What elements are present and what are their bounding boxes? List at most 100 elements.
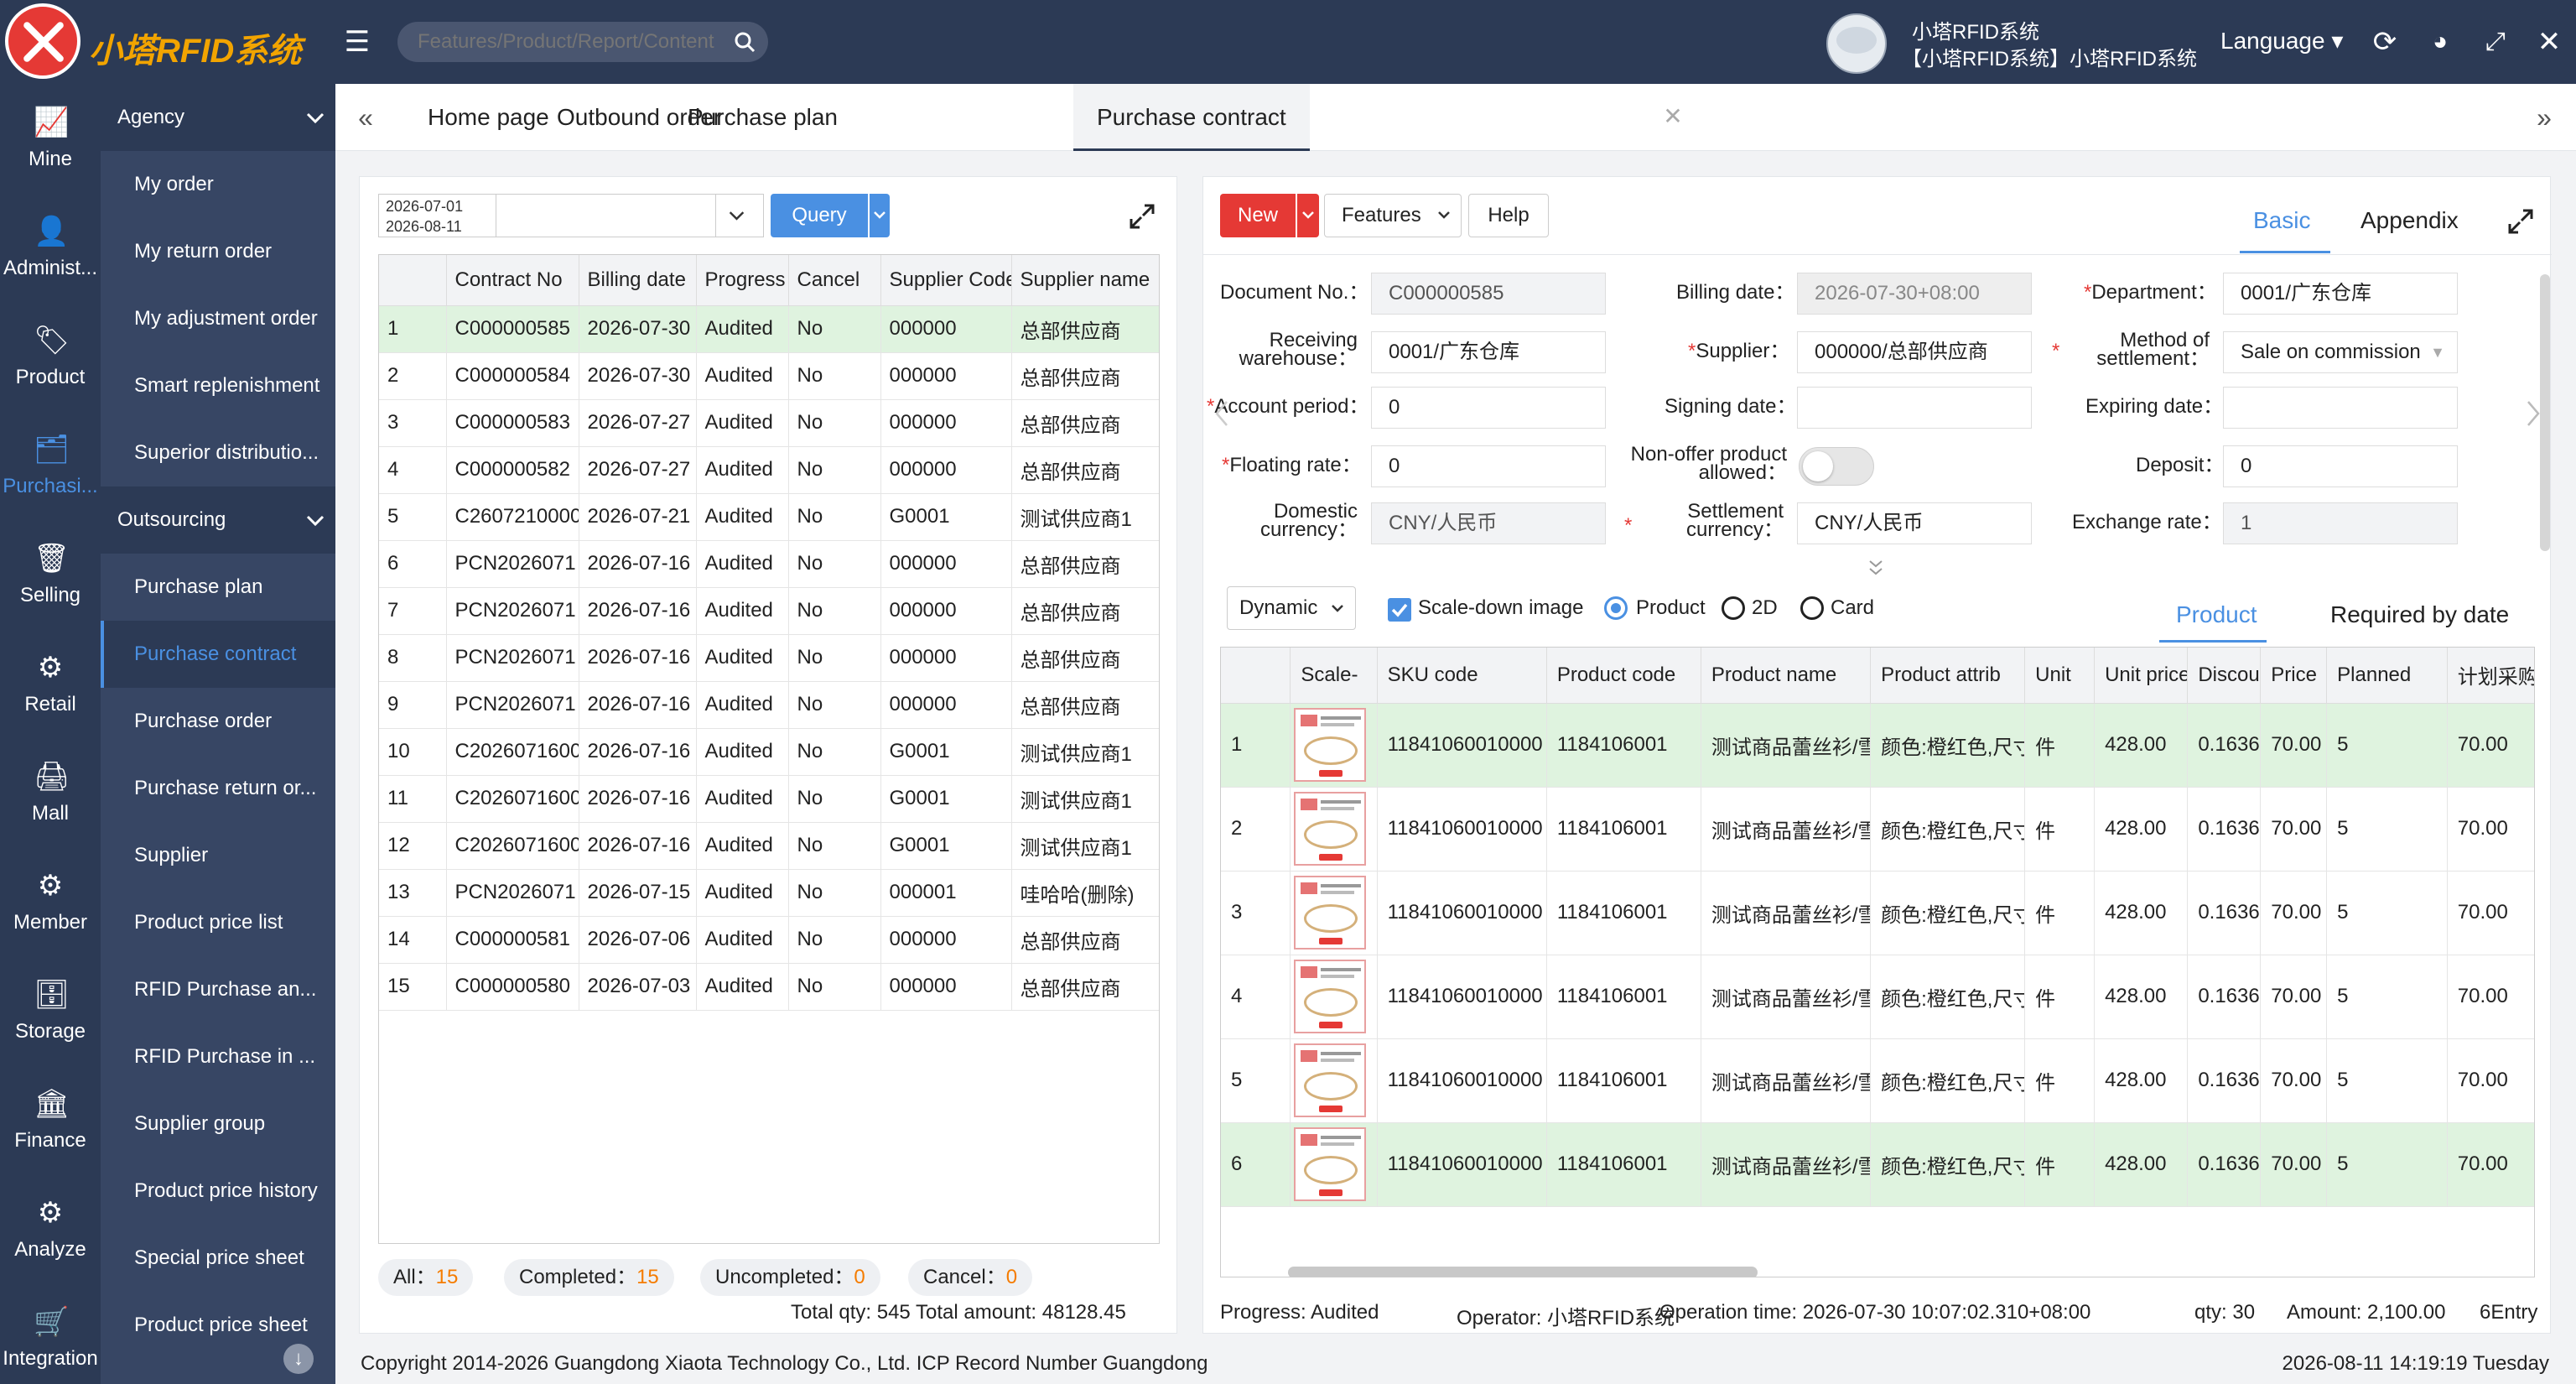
fullscreen-icon[interactable]: ⤢ [2479, 25, 2512, 59]
column-header[interactable]: Discount [2187, 648, 2262, 704]
submenu-item[interactable]: Supplier group [101, 1090, 335, 1158]
radio-card[interactable] [1800, 596, 1824, 620]
tab-product[interactable]: Product [2176, 601, 2257, 628]
chevron-left-icon[interactable] [1212, 397, 1232, 430]
stat-cancel[interactable]: Cancel：0 [908, 1259, 1033, 1296]
palette-icon[interactable]: ◕ [2423, 25, 2457, 59]
rail-item-5[interactable]: ⚙ Retail [0, 629, 101, 736]
stat-uncompleted[interactable]: Uncompleted：0 [700, 1259, 880, 1296]
submenu-item[interactable]: Superior distributio... [101, 419, 335, 486]
new-button[interactable]: New [1220, 194, 1296, 237]
refresh-icon[interactable]: ⟳ [2368, 25, 2402, 59]
submenu-item[interactable]: Purchase return or... [101, 755, 335, 822]
column-header[interactable]: Progress [696, 255, 789, 306]
tab-appendix[interactable]: Appendix [2360, 207, 2459, 234]
table-row[interactable]: 4 11841060010000 1184106001 测试商品蕾丝衫/雪 颜色:橙红色… [1221, 955, 2534, 1039]
column-header[interactable]: Product attrib [1870, 648, 2026, 704]
expand-icon[interactable] [2506, 207, 2535, 236]
column-header[interactable]: Product code [1546, 648, 1701, 704]
stat-all[interactable]: All：15 [378, 1259, 474, 1296]
product-thumbnail[interactable] [1294, 708, 1367, 782]
submenu-item[interactable]: Supplier [101, 822, 335, 889]
search-icon[interactable] [733, 30, 756, 54]
help-button[interactable]: Help [1468, 194, 1549, 237]
receiving-warehouse-field[interactable]: 0001/广东仓库 [1371, 331, 1606, 373]
signing-date-field[interactable] [1797, 387, 2032, 429]
submenu-item[interactable]: Special price sheet [101, 1225, 335, 1292]
column-header[interactable]: Cancel [788, 255, 881, 306]
column-header[interactable]: Product name [1701, 648, 1872, 704]
menu-group-agency[interactable]: Agency [101, 84, 335, 151]
tab-purchase-contract[interactable]: Purchase contract [1073, 84, 1310, 151]
features-button[interactable]: Features [1324, 194, 1462, 237]
table-row[interactable]: 6 PCN2026071 2026-07-16 Audited No 000000 总部供应… [379, 540, 1159, 588]
table-row[interactable]: 7 PCN2026071 2026-07-16 Audited No 000000 总部供应… [379, 587, 1159, 635]
scroll-down-icon[interactable]: ↓ [283, 1344, 314, 1374]
product-thumbnail[interactable] [1294, 876, 1367, 950]
non-offer-toggle[interactable] [1799, 447, 1874, 486]
tab-home-page[interactable]: Home page [428, 84, 549, 151]
column-header[interactable]: Supplier Code [880, 255, 1012, 306]
tabs-forward-icon[interactable]: » [2529, 102, 2559, 133]
column-header[interactable]: SKU code [1377, 648, 1547, 704]
table-row[interactable]: 11 C2026071600 2026-07-16 Audited No G0001 测试供… [379, 775, 1159, 823]
search-input[interactable] [418, 22, 728, 62]
table-row[interactable]: 5 C2607210000 2026-07-21 Audited No G0001 测试供应… [379, 493, 1159, 541]
close-icon[interactable]: ✕ [2532, 25, 2566, 59]
supplier-field[interactable]: 000000/总部供应商 [1797, 331, 2032, 373]
rail-item-11[interactable]: 🛒 Integration [0, 1283, 101, 1384]
submenu-item[interactable]: Purchase plan [101, 554, 335, 621]
submenu-item[interactable]: Smart replenishment [101, 352, 335, 419]
submenu-item[interactable]: My return order [101, 218, 335, 285]
radio-product[interactable] [1604, 596, 1628, 620]
rail-item-1[interactable]: 👤 Administ... [0, 193, 101, 300]
column-header[interactable]: 计划采购价 [2447, 648, 2534, 704]
table-row[interactable]: 1 C000000585 2026-07-30 Audited No 000000 总部供应… [379, 305, 1159, 353]
settlement-currency-field[interactable]: CNY/人民币 [1797, 502, 2032, 544]
tab-purchase-plan[interactable]: Purchase plan [688, 84, 838, 151]
product-thumbnail[interactable] [1294, 1043, 1367, 1117]
table-row[interactable]: 2 11841060010000 1184106001 测试商品蕾丝衫/雪 颜色:橙红色… [1221, 787, 2534, 872]
table-row[interactable]: 6 11841060010000 1184106001 测试商品蕾丝衫/雪 颜色:橙红色… [1221, 1122, 2534, 1207]
radio-2d[interactable] [1722, 596, 1745, 620]
horizontal-scrollbar[interactable] [1288, 1267, 1758, 1277]
tab-required-by-date[interactable]: Required by date [2330, 601, 2509, 628]
table-row[interactable]: 3 11841060010000 1184106001 测试商品蕾丝衫/雪 颜色:橙红色… [1221, 871, 2534, 955]
table-row[interactable]: 8 PCN2026071 2026-07-16 Audited No 000000 总部供应… [379, 634, 1159, 682]
column-header[interactable]: Contract No [446, 255, 579, 306]
table-row[interactable]: 5 11841060010000 1184106001 测试商品蕾丝衫/雪 颜色:橙红色… [1221, 1038, 2534, 1123]
new-dropdown-icon[interactable] [1297, 194, 1319, 237]
rail-item-9[interactable]: 🏛 Finance [0, 1065, 101, 1173]
column-header[interactable]: Unit [2024, 648, 2096, 704]
menu-toggle-icon[interactable]: ☰ [342, 27, 372, 57]
chevron-down-icon[interactable] [715, 194, 757, 237]
scale-down-checkbox[interactable] [1388, 598, 1411, 622]
table-row[interactable]: 9 PCN2026071 2026-07-16 Audited No 000000 总部供应… [379, 681, 1159, 729]
global-search[interactable] [397, 22, 768, 62]
tab-basic[interactable]: Basic [2253, 207, 2310, 234]
rail-item-2[interactable]: 🏷 Product [0, 302, 101, 409]
rail-item-8[interactable]: 🗄 Storage [0, 956, 101, 1064]
submenu-item[interactable]: RFID Purchase in ... [101, 1023, 335, 1090]
avatar[interactable] [1826, 13, 1887, 74]
product-thumbnail[interactable] [1294, 792, 1367, 866]
rail-item-3[interactable]: 🗂 Purchasi... [0, 411, 101, 518]
date-range-picker[interactable]: 2026-07-01 2026-08-11 [378, 194, 496, 237]
table-row[interactable]: 12 C2026071600 2026-07-16 Audited No G0001 测试供… [379, 822, 1159, 870]
table-row[interactable]: 3 C000000583 2026-07-27 Audited No 000000 总部供应… [379, 399, 1159, 447]
submenu-item[interactable]: My order [101, 151, 335, 218]
tab-close-icon[interactable]: ✕ [1659, 102, 1687, 131]
rail-item-0[interactable]: 📈 Mine [0, 84, 101, 191]
submenu-item[interactable]: RFID Purchase an... [101, 956, 335, 1023]
deposit-field[interactable]: 0 [2223, 445, 2458, 487]
submenu-item[interactable]: Product price list [101, 889, 335, 956]
table-row[interactable]: 15 C000000580 2026-07-03 Audited No 000000 总部供… [379, 963, 1159, 1011]
rail-item-6[interactable]: 🖨 Mall [0, 738, 101, 845]
department-field[interactable]: 0001/广东仓库 [2223, 273, 2458, 315]
submenu-item[interactable]: Purchase order [101, 688, 335, 755]
stat-completed[interactable]: Completed：15 [504, 1259, 674, 1296]
column-header[interactable]: Planned [2326, 648, 2448, 704]
rail-item-10[interactable]: ⚙ Analyze [0, 1174, 101, 1282]
table-row[interactable]: 1 11841060010000 1184106001 测试商品蕾丝衫/雪 颜色:橙红色… [1221, 703, 2534, 788]
language-dropdown[interactable]: Language ▾ [2220, 27, 2343, 55]
